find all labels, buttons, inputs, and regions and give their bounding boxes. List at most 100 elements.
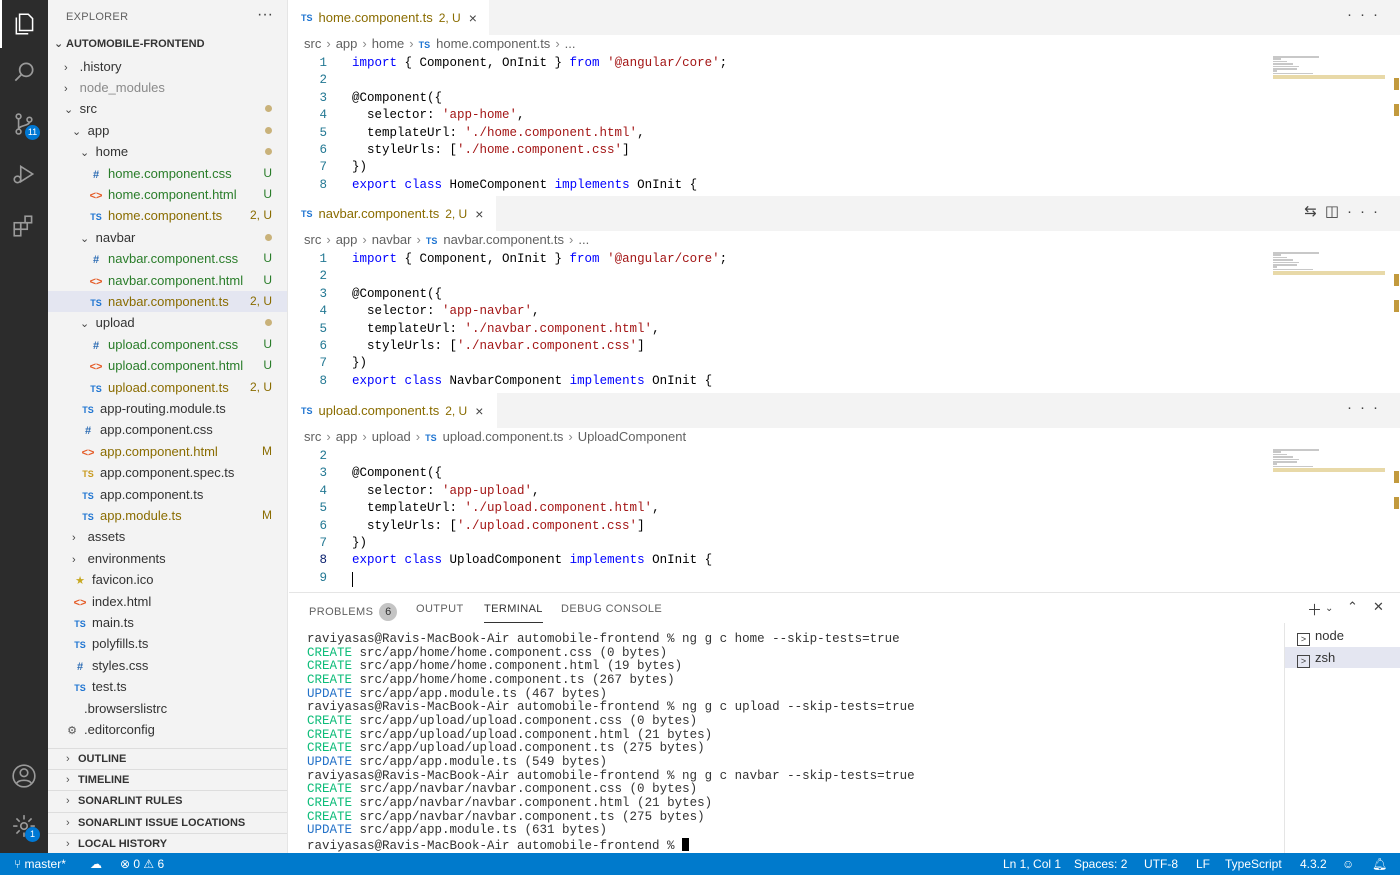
more-actions-icon[interactable]: ··· <box>1347 203 1386 220</box>
tree-item[interactable]: <> app.component.html M <box>48 441 287 462</box>
breadcrumb-item[interactable]: app <box>336 232 358 247</box>
more-actions-icon[interactable]: ··· <box>1347 399 1386 416</box>
tree-item[interactable]: ⌄ src <box>48 98 287 119</box>
tree-item[interactable]: › node_modules <box>48 77 287 98</box>
sidebar-section-header[interactable]: › SONARLINT RULES <box>48 790 287 811</box>
typescript-file-icon[interactable]: TS <box>425 433 437 443</box>
tree-item[interactable]: TS upload.component.ts 2, U <box>48 377 287 398</box>
typescript-file-icon[interactable]: TS <box>419 40 431 50</box>
tree-item[interactable]: # home.component.css U <box>48 163 287 184</box>
breadcrumb-item[interactable]: src <box>304 232 321 247</box>
breadcrumb-item[interactable]: navbar.component.ts <box>443 232 564 247</box>
tree-item[interactable]: ⌄ upload <box>48 312 287 333</box>
typescript-file-icon[interactable]: TS <box>426 236 438 246</box>
compare-changes-icon[interactable]: ⇆ <box>1304 203 1325 220</box>
cursor-position[interactable]: Ln 1, Col 1 <box>1003 857 1061 871</box>
tree-item[interactable]: › environments <box>48 548 287 569</box>
end-of-line[interactable]: LF <box>1196 857 1210 871</box>
tree-item[interactable]: › assets <box>48 526 287 547</box>
encoding[interactable]: UTF-8 <box>1144 857 1178 871</box>
breadcrumb-item[interactable]: app <box>336 429 358 444</box>
breadcrumb-item[interactable]: navbar <box>372 232 412 247</box>
settings-gear-icon[interactable]: 1 <box>0 802 48 850</box>
tree-item[interactable]: TS app.module.ts M <box>48 505 287 526</box>
tree-item[interactable]: ⌄ home <box>48 141 287 162</box>
tree-item[interactable]: # navbar.component.css U <box>48 248 287 269</box>
minimap[interactable] <box>1273 449 1385 489</box>
split-editor-icon[interactable]: ◫ <box>1325 203 1347 220</box>
breadcrumb-item[interactable]: ... <box>565 36 576 51</box>
tree-item[interactable]: TS app-routing.module.ts <box>48 398 287 419</box>
problems-status[interactable]: ⊗ 0 ⚠ 6 <box>120 857 164 871</box>
feedback-icon[interactable]: ☺ <box>1342 857 1354 871</box>
sidebar-section-header[interactable]: › TIMELINE <box>48 768 287 790</box>
close-tab-icon[interactable]: × <box>475 206 483 222</box>
editor-tab[interactable]: TS navbar.component.ts 2, U × <box>289 196 496 231</box>
panel-tab-output[interactable]: OUTPUT <box>416 603 464 615</box>
tree-item[interactable]: TS main.ts <box>48 612 287 633</box>
tree-item[interactable]: TS home.component.ts 2, U <box>48 205 287 226</box>
breadcrumb-item[interactable]: src <box>304 429 321 444</box>
more-actions-icon[interactable]: ··· <box>257 6 273 24</box>
breadcrumb-item[interactable]: ... <box>578 232 589 247</box>
search-icon[interactable] <box>0 48 48 96</box>
notifications-icon[interactable]: 🔔︎ <box>1372 857 1387 871</box>
breadcrumb-item[interactable]: UploadComponent <box>578 429 686 444</box>
tree-item[interactable]: # styles.css <box>48 655 287 676</box>
language-mode[interactable]: TypeScript <box>1225 857 1282 871</box>
workspace-root[interactable]: ⌄ AUTOMOBILE-FRONTEND <box>48 34 287 55</box>
tree-item[interactable]: › .history <box>48 56 287 77</box>
extensions-icon[interactable] <box>0 202 48 250</box>
indentation[interactable]: Spaces: 2 <box>1074 857 1127 871</box>
minimap[interactable] <box>1273 252 1385 292</box>
source-control-icon[interactable]: 11 <box>0 100 48 148</box>
explorer-icon[interactable] <box>0 0 48 48</box>
ts-version[interactable]: 4.3.2 <box>1300 857 1327 871</box>
run-debug-icon[interactable] <box>0 150 48 198</box>
branch-status[interactable]: ⑂ master* <box>14 857 66 871</box>
tree-item[interactable]: TS navbar.component.ts 2, U <box>48 291 287 313</box>
breadcrumb-item[interactable]: app <box>336 36 358 51</box>
tree-item[interactable]: # app.component.css <box>48 419 287 440</box>
tree-item[interactable]: <> upload.component.html U <box>48 355 287 376</box>
tree-item[interactable]: ⌄ navbar <box>48 227 287 248</box>
tree-item[interactable]: ★ favicon.ico <box>48 569 287 590</box>
terminal-instance[interactable]: > zsh <box>1285 646 1400 668</box>
terminal-dropdown-icon[interactable]: ⌄ <box>1325 603 1333 614</box>
tree-item[interactable]: TS test.ts <box>48 676 287 697</box>
more-actions-icon[interactable]: ··· <box>1347 6 1386 23</box>
tree-item[interactable]: <> home.component.html U <box>48 184 287 205</box>
terminal-instance[interactable]: > node <box>1285 625 1400 646</box>
panel-tab-terminal[interactable]: TERMINAL <box>484 603 543 623</box>
maximize-panel-icon[interactable]: ⌃ <box>1347 599 1358 615</box>
sidebar-section-header[interactable]: › LOCAL HISTORY <box>48 833 287 853</box>
close-tab-icon[interactable]: × <box>475 403 483 419</box>
breadcrumb-item[interactable]: home <box>372 36 405 51</box>
tree-item[interactable]: ⌄ app <box>48 120 287 141</box>
terminal-output[interactable]: raviyasas@Ravis-MacBook-Air automobile-f… <box>307 632 915 854</box>
tree-item[interactable]: <> navbar.component.html U <box>48 270 287 291</box>
account-icon[interactable] <box>0 752 48 800</box>
editor-tab[interactable]: TS home.component.ts 2, U × <box>289 0 489 35</box>
close-tab-icon[interactable]: × <box>469 10 477 26</box>
panel-tab-problems[interactable]: PROBLEMS 6 <box>309 603 398 621</box>
tree-item[interactable]: .browserslistrc <box>48 698 287 719</box>
new-terminal-icon[interactable]: ＋ <box>1307 599 1322 620</box>
tree-item[interactable]: ⚙ .editorconfig <box>48 719 287 740</box>
minimap[interactable] <box>1273 56 1385 96</box>
panel-tab-debug-console[interactable]: DEBUG CONSOLE <box>561 603 662 615</box>
breadcrumb-item[interactable]: upload <box>372 429 411 444</box>
tree-item[interactable]: # upload.component.css U <box>48 334 287 355</box>
close-panel-icon[interactable]: ✕ <box>1373 599 1384 615</box>
sync-icon[interactable]: ☁ <box>90 857 102 871</box>
tree-item[interactable]: TS polyfills.ts <box>48 633 287 654</box>
breadcrumb-item[interactable]: home.component.ts <box>436 36 550 51</box>
tree-item[interactable]: TS app.component.spec.ts <box>48 462 287 483</box>
tree-item[interactable]: TS app.component.ts <box>48 484 287 505</box>
sidebar-section-header[interactable]: › SONARLINT ISSUE LOCATIONS <box>48 811 287 833</box>
breadcrumb-item[interactable]: upload.component.ts <box>443 429 564 444</box>
editor-tab[interactable]: TS upload.component.ts 2, U × <box>289 393 497 428</box>
sidebar-section-header[interactable]: › OUTLINE <box>48 747 287 769</box>
breadcrumb-item[interactable]: src <box>304 36 321 51</box>
tree-item[interactable]: <> index.html <box>48 591 287 612</box>
